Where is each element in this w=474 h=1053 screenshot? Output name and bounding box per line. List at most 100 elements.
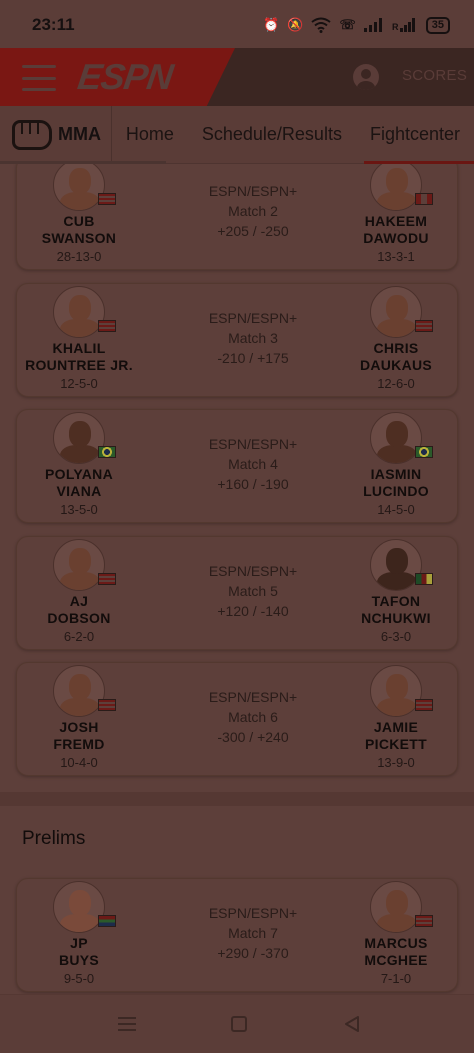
sport-selector[interactable]: MMA xyxy=(0,105,166,165)
match-info: ESPN/ESPN+ Match 5 +120 / -140 xyxy=(173,561,333,621)
fighter-right[interactable]: HAKEEM DAWODU 13-3-1 xyxy=(341,164,451,264)
match-network: ESPN/ESPN+ xyxy=(208,563,298,579)
fighter-left[interactable]: JOSH FREMD 10-4-0 xyxy=(24,665,134,770)
match-info: ESPN/ESPN+ Match 6 -300 / +240 xyxy=(173,687,333,747)
wifi-icon xyxy=(311,17,332,33)
match-info: ESPN/ESPN+ Match 7 +290 / -370 xyxy=(173,903,333,963)
prelims-title: Prelims xyxy=(22,828,86,849)
match-odds: +120 / -140 xyxy=(217,603,289,619)
matchup-card[interactable]: CUB SWANSON 28-13-0 HAKEEM DAWODU 13-3-1 ESPN/… xyxy=(16,164,458,270)
home-button[interactable] xyxy=(231,1016,247,1032)
fighter-right[interactable]: JAMIE PICKETT 13-9-0 xyxy=(341,665,451,770)
match-number: Match 3 xyxy=(228,330,278,346)
country-flag-icon xyxy=(98,446,116,458)
match-info: ESPN/ESPN+ Match 3 -210 / +175 xyxy=(173,308,333,368)
status-icons: ⏰ 🔕 ☏ R 35 xyxy=(263,16,450,34)
signal-icon xyxy=(363,18,384,32)
country-flag-icon xyxy=(415,193,433,205)
fighter-record: 14-5-0 xyxy=(377,502,415,517)
tab-fightcenter[interactable]: Fightcenter xyxy=(356,106,474,164)
fighter-record: 7-1-0 xyxy=(380,971,412,986)
match-info: ESPN/ESPN+ Match 4 +160 / -190 xyxy=(173,434,333,494)
svg-text:R: R xyxy=(392,22,399,32)
fighter-name: CHRIS DAUKAUS xyxy=(359,340,433,373)
back-button[interactable] xyxy=(344,1016,360,1032)
account-icon[interactable] xyxy=(353,64,379,90)
sport-tabbar: MMA Home Schedule/Results Fightcenter xyxy=(0,105,474,165)
match-odds: +290 / -370 xyxy=(217,945,289,961)
fight-card-list[interactable]: CUB SWANSON 28-13-0 HAKEEM DAWODU 13-3-1 ESPN/… xyxy=(0,164,474,994)
match-odds: +160 / -190 xyxy=(217,476,289,492)
scores-link[interactable]: SCORES xyxy=(402,67,467,84)
menu-icon[interactable] xyxy=(22,65,56,91)
sport-label: MMA xyxy=(58,124,101,144)
espn-logo[interactable]: ESPN xyxy=(75,56,175,98)
fighter-name: JAMIE PICKETT xyxy=(365,719,427,752)
fighter-record: 12-5-0 xyxy=(60,376,98,391)
fighter-name: TAFON NCHUKWI xyxy=(361,593,431,626)
fighter-record: 10-4-0 xyxy=(60,755,98,770)
country-flag-icon xyxy=(98,573,116,585)
match-number: Match 2 xyxy=(228,203,278,219)
matchup-card[interactable]: AJ DOBSON 6-2-0 TAFON NCHUKWI 6-3-0 ESPN/ESPN+… xyxy=(16,536,458,650)
fighter-record: 12-6-0 xyxy=(377,376,415,391)
country-flag-icon xyxy=(98,320,116,332)
country-flag-icon xyxy=(415,320,433,332)
matchup-card[interactable]: JOSH FREMD 10-4-0 JAMIE PICKETT 13-9-0 ESPN/ES… xyxy=(16,662,458,776)
fighter-right[interactable]: IASMIN LUCINDO 14-5-0 xyxy=(341,412,451,517)
fighter-record: 13-9-0 xyxy=(377,755,415,770)
fighter-name: AJ DOBSON xyxy=(47,593,111,626)
fighter-name: POLYANA VIANA xyxy=(45,466,113,499)
fighter-left[interactable]: KHALIL ROUNTREE JR. 12-5-0 xyxy=(24,286,134,391)
fighter-left[interactable]: CUB SWANSON 28-13-0 xyxy=(24,164,134,264)
country-flag-icon xyxy=(98,699,116,711)
fighter-name: JOSH FREMD xyxy=(53,719,105,752)
match-network: ESPN/ESPN+ xyxy=(208,310,298,326)
match-odds: +205 / -250 xyxy=(217,223,289,239)
app-header: ESPN SCORES xyxy=(0,48,474,106)
fighter-record: 28-13-0 xyxy=(56,249,102,264)
match-number: Match 5 xyxy=(228,583,278,599)
tab-schedule-results[interactable]: Schedule/Results xyxy=(188,106,356,164)
fighter-record: 13-3-1 xyxy=(377,249,415,264)
recents-button[interactable] xyxy=(118,1017,136,1031)
fighter-record: 6-3-0 xyxy=(380,629,412,644)
matchup-card[interactable]: JP BUYS 9-5-0 MARCUS MCGHEE 7-1-0 ESPN/ESPN+ Ma… xyxy=(16,878,458,992)
fighter-record: 13-5-0 xyxy=(60,502,98,517)
fighter-left[interactable]: AJ DOBSON 6-2-0 xyxy=(24,539,134,644)
call-icon: ☏ xyxy=(339,17,356,32)
fighter-left[interactable]: JP BUYS 9-5-0 xyxy=(24,881,134,986)
mma-glove-icon xyxy=(12,119,52,150)
fighter-right[interactable]: CHRIS DAUKAUS 12-6-0 xyxy=(341,286,451,391)
fighter-record: 9-5-0 xyxy=(63,971,95,986)
match-network: ESPN/ESPN+ xyxy=(208,183,298,199)
fighter-name: IASMIN LUCINDO xyxy=(363,466,429,499)
match-network: ESPN/ESPN+ xyxy=(208,689,298,705)
battery-icon: 35 xyxy=(425,16,450,34)
tab-home[interactable]: Home xyxy=(112,106,188,164)
fighter-right[interactable]: TAFON NCHUKWI 6-3-0 xyxy=(341,539,451,644)
prelims-section: Prelims JP BUYS 9-5-0 MARCUS MCGHEE 7-1-0 ESPN… xyxy=(0,806,474,994)
system-nav-bar xyxy=(0,994,474,1053)
country-flag-icon xyxy=(415,915,433,927)
fighter-name: JP BUYS xyxy=(58,935,100,968)
match-network: ESPN/ESPN+ xyxy=(208,436,298,452)
match-info: ESPN/ESPN+ Match 2 +205 / -250 xyxy=(173,181,333,241)
main-card-section: CUB SWANSON 28-13-0 HAKEEM DAWODU 13-3-1 ESPN/… xyxy=(0,164,474,792)
fighter-name: MARCUS MCGHEE xyxy=(364,935,428,968)
fighter-right[interactable]: MARCUS MCGHEE 7-1-0 xyxy=(341,881,451,986)
alarm-icon: ⏰ xyxy=(263,17,280,32)
match-odds: -300 / +240 xyxy=(217,729,289,745)
signal-r-icon: R xyxy=(392,18,418,32)
match-number: Match 7 xyxy=(228,925,278,941)
section-divider xyxy=(0,792,474,806)
country-flag-icon xyxy=(415,446,433,458)
matchup-card[interactable]: KHALIL ROUNTREE JR. 12-5-0 CHRIS DAUKAUS 12-6… xyxy=(16,283,458,397)
matchup-card[interactable]: POLYANA VIANA 13-5-0 IASMIN LUCINDO 14-5-0 ESP… xyxy=(16,409,458,523)
fighter-left[interactable]: POLYANA VIANA 13-5-0 xyxy=(24,412,134,517)
mute-icon: 🔕 xyxy=(287,17,304,32)
match-number: Match 4 xyxy=(228,456,278,472)
country-flag-icon xyxy=(415,699,433,711)
match-network: ESPN/ESPN+ xyxy=(208,905,298,921)
fighter-record: 6-2-0 xyxy=(63,629,95,644)
